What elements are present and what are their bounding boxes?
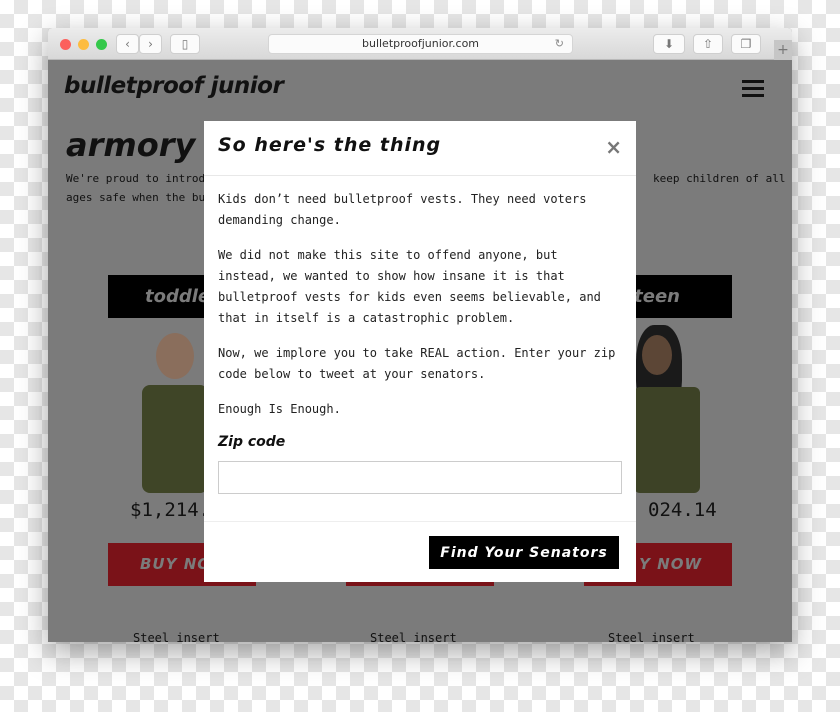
product-price: 024.14 (648, 499, 717, 521)
back-icon[interactable]: ‹ (116, 34, 139, 54)
share-icon[interactable]: ⇧ (693, 34, 723, 54)
product-feature: Steel insert (370, 631, 457, 642)
reload-icon[interactable]: ↻ (555, 35, 564, 53)
intro-text-right: keep children of all (653, 172, 786, 185)
modal-footer: Find Your Senators (204, 521, 636, 582)
product-feature: Steel insert (608, 631, 695, 642)
modal-body: Kids don’t need bulletproof vests. They … (204, 176, 636, 494)
close-window-button[interactable] (60, 39, 71, 50)
browser-toolbar: ‹ › ▯ bulletproofjunior.com ↻ ⬇ ⇧ ❐ + (48, 28, 792, 60)
modal-paragraph: Kids don’t need bulletproof vests. They … (218, 192, 587, 227)
page-title: armory (66, 126, 196, 164)
modal-paragraph: We did not make this site to offend anyo… (218, 248, 601, 325)
downloads-icon[interactable]: ⬇ (653, 34, 685, 54)
address-bar[interactable]: bulletproofjunior.com ↻ (268, 34, 573, 54)
modal-header: So here's the thing × (204, 121, 636, 176)
minimize-window-button[interactable] (78, 39, 89, 50)
product-feature: Steel insert (133, 631, 220, 642)
close-icon[interactable]: × (605, 135, 622, 159)
forward-icon[interactable]: › (139, 34, 162, 54)
url-text: bulletproofjunior.com (361, 37, 480, 50)
menu-icon[interactable] (742, 80, 764, 101)
product-price: $1,214. (130, 499, 211, 521)
browser-window: ‹ › ▯ bulletproofjunior.com ↻ ⬇ ⇧ ❐ + bul… (48, 28, 792, 642)
modal-paragraph: Enough Is Enough. (218, 402, 341, 416)
tabs-icon[interactable]: ❐ (731, 34, 761, 54)
find-senators-button[interactable]: Find Your Senators (429, 536, 619, 569)
zip-code-label: Zip code (218, 434, 286, 450)
intro-text: We're proud to introduc ages safe when th… (66, 172, 219, 204)
modal-title: So here's the thing (218, 134, 442, 156)
modal-dialog: So here's the thing × Kids don’t need bu… (204, 121, 636, 582)
sidebar-icon[interactable]: ▯ (170, 34, 200, 54)
zip-code-input[interactable] (218, 461, 622, 494)
product-image-teen (628, 325, 708, 495)
modal-paragraph: Now, we implore you to take REAL action.… (218, 346, 616, 381)
new-tab-icon[interactable]: + (774, 40, 792, 60)
site-logo[interactable]: bulletproof junior (64, 73, 284, 99)
product-image-toddler (138, 325, 208, 495)
maximize-window-button[interactable] (96, 39, 107, 50)
